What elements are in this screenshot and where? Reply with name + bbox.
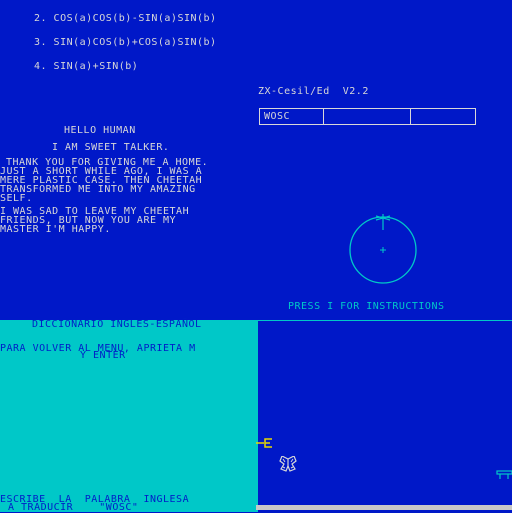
pointer-icon — [256, 438, 272, 448]
talker-greeting: HELLO HUMAN — [64, 125, 136, 136]
table-cell[interactable] — [324, 109, 412, 124]
app-title: ZX-Cesil/Ed V2.2 — [258, 86, 369, 97]
game-panel — [256, 320, 512, 512]
formula-item: 2. COS(a)COS(b)-SIN(a)SIN(b) — [34, 13, 217, 24]
talker-intro: I AM SWEET TALKER. — [52, 142, 170, 153]
circle-icon — [349, 214, 417, 284]
formula-item: 4. SIN(a)+SIN(b) — [34, 61, 139, 72]
dictionary-title: DICCIONARIO INGLES-ESPAÑOL — [32, 319, 202, 330]
talker-line: SELF. — [0, 193, 33, 204]
dictionary-panel: DICCIONARIO INGLES-ESPAÑOL PARA VOLVER A… — [0, 319, 256, 513]
talker-line: MASTER I'M HAPPY. — [0, 224, 111, 235]
floor — [256, 505, 512, 510]
butterfly-icon — [279, 456, 297, 472]
instructions-prompt: PRESS I FOR INSTRUCTIONS — [288, 301, 445, 312]
platform-icon — [496, 470, 512, 479]
formula-item: 3. SIN(a)COS(b)+COS(a)SIN(b) — [34, 37, 217, 48]
table-cell[interactable] — [411, 109, 475, 124]
table-cell[interactable]: WOSC — [260, 109, 324, 124]
input-table[interactable]: WOSC — [259, 108, 476, 125]
menu-hint: Y ENTER — [80, 350, 126, 361]
